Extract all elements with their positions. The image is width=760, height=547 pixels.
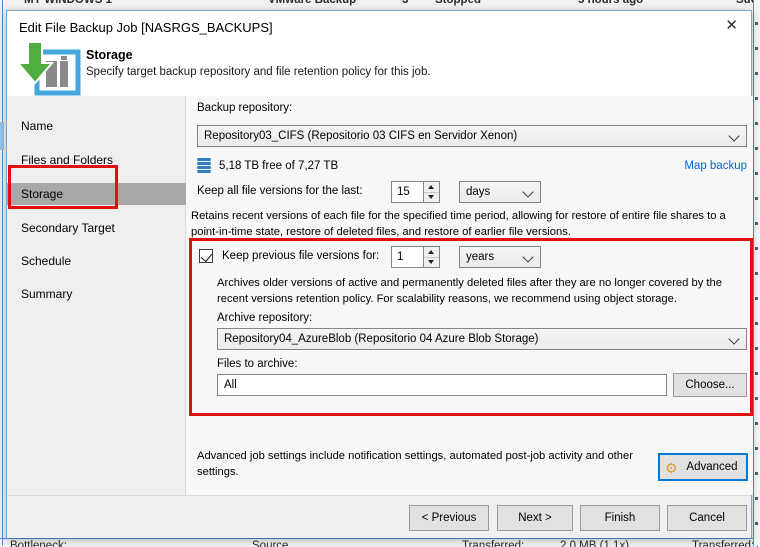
step-subtitle: Specify target backup repository and fil… (86, 66, 431, 78)
dialog-titlebar: Edit File Backup Job [NASRGS_BACKUPS] ✕ (7, 11, 751, 45)
sidebar-item-secondary-target[interactable]: Secondary Target (7, 217, 186, 239)
keep-all-versions-spinner (391, 181, 441, 203)
advanced-button[interactable]: ⚙ Advanced (658, 453, 748, 481)
background-scrollbar-thumb (0, 122, 4, 150)
repository-disk-icon (197, 158, 211, 173)
cancel-button[interactable]: Cancel (667, 505, 747, 531)
wizard-step-header: Storage Specify target backup repository… (7, 41, 751, 97)
wizard-sidebar: Name Files and Folders Storage Secondary… (7, 96, 186, 495)
chevron-down-icon (522, 186, 534, 198)
backup-repository-select[interactable]: Repository03_CIFS (Repositorio 03 CIFS e… (197, 125, 747, 147)
storage-step-icon (17, 41, 81, 96)
retention-note: Retains recent versions of each file for… (191, 210, 726, 238)
dialog-footer: < Previous Next > Finish Cancel (7, 496, 751, 538)
bg-last-run: 5 hours ago (578, 0, 644, 6)
edit-file-backup-job-dialog: Edit File Backup Job [NASRGS_BACKUPS] ✕ … (6, 10, 753, 538)
next-button[interactable]: Next > (497, 505, 573, 531)
backup-repository-value: Repository03_CIFS (Repositorio 03 CIFS e… (204, 130, 518, 142)
keep-all-versions-input[interactable] (391, 181, 424, 203)
keep-all-unit-value: days (466, 186, 491, 198)
annotation-box-storage (8, 165, 118, 209)
bg-job-type: VMware Backup (268, 0, 357, 6)
sidebar-item-schedule[interactable]: Schedule (7, 250, 186, 272)
bg-count: 3 (402, 0, 409, 6)
backup-repository-label: Backup repository: (197, 102, 293, 114)
keep-all-versions-label: Keep all file versions for the last: (197, 185, 363, 197)
free-space-text: 5,18 TB free of 7,27 TB (219, 160, 339, 172)
background-window-border (2, 0, 3, 546)
sidebar-item-name[interactable]: Name (7, 115, 186, 137)
previous-button[interactable]: < Previous (409, 505, 489, 531)
gear-icon: ⚙ (665, 460, 678, 476)
bg-status: Stopped (435, 0, 481, 6)
advanced-button-label: Advanced (686, 461, 738, 473)
advanced-note: Advanced job settings include notificati… (197, 450, 633, 478)
sidebar-item-summary[interactable]: Summary (7, 283, 186, 305)
bg-host-name: MY WINDOWS 1 (24, 0, 112, 6)
keep-all-unit-select[interactable]: days (459, 181, 541, 203)
storage-settings-panel: Backup repository: Repository03_CIFS (Re… (186, 96, 753, 495)
dialog-title: Edit File Backup Job [NASRGS_BACKUPS] (19, 20, 273, 35)
annotation-box-archive-settings (189, 238, 753, 416)
spinner-buttons (424, 181, 440, 203)
chevron-down-icon (728, 130, 740, 142)
background-window-right-edge (753, 0, 760, 546)
map-backup-link[interactable]: Map backup (684, 160, 747, 172)
background-window-top-row: MY WINDOWS 1 VMware Backup 3 Stopped 5 h… (0, 0, 760, 10)
step-title: Storage (86, 48, 133, 62)
finish-button[interactable]: Finish (580, 505, 660, 531)
close-icon[interactable]: ✕ (725, 18, 738, 33)
spinner-down-icon[interactable] (424, 192, 439, 202)
